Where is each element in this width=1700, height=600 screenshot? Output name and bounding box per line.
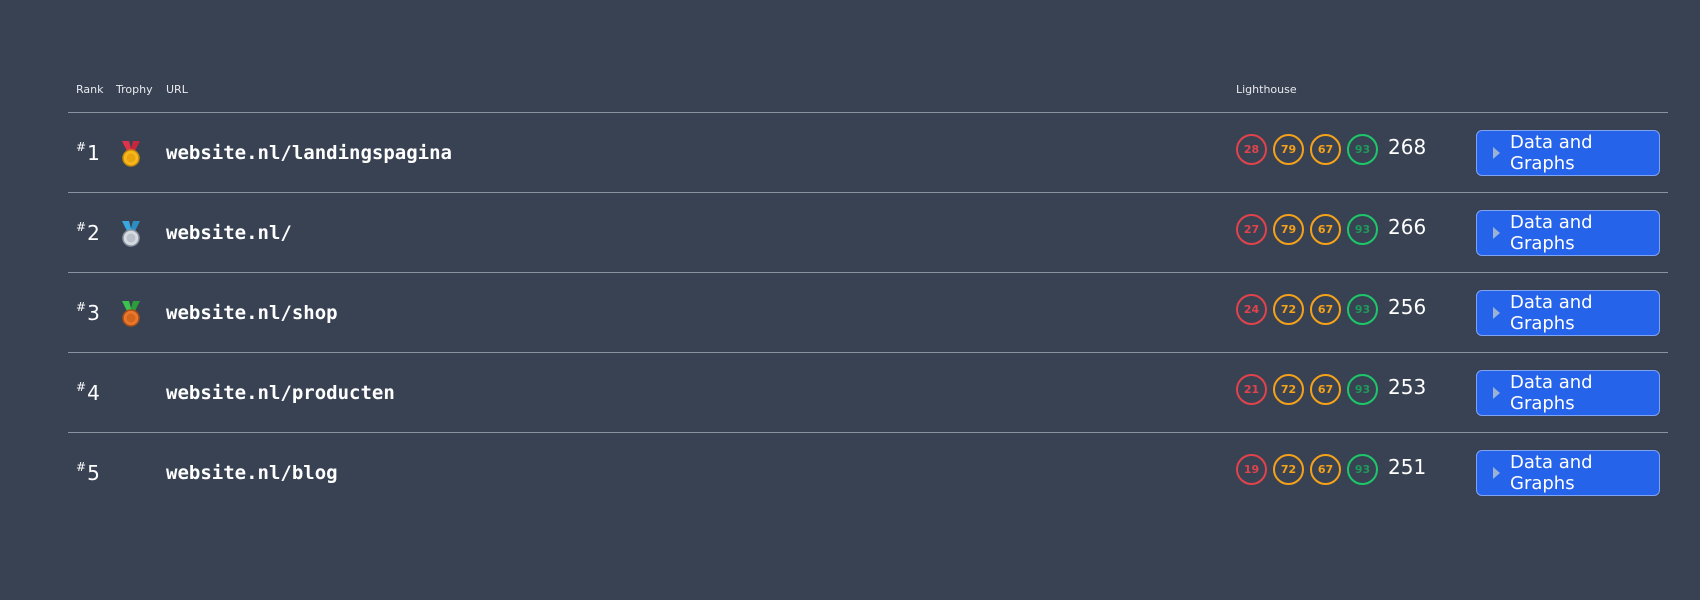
header-rank: Rank xyxy=(76,83,104,96)
data-and-graphs-button[interactable]: Data and Graphs xyxy=(1476,210,1660,256)
silver-medal-icon xyxy=(122,221,140,247)
data-and-graphs-button[interactable]: Data and Graphs xyxy=(1476,290,1660,336)
header-lighthouse: Lighthouse xyxy=(1236,83,1297,96)
seo-score: 93 xyxy=(1347,294,1378,325)
gold-medal-icon xyxy=(122,141,140,167)
accessibility-score: 72 xyxy=(1273,374,1304,405)
total-score: 266 xyxy=(1388,214,1427,239)
best-practices-score: 67 xyxy=(1310,134,1341,165)
rank-label: #5 xyxy=(76,460,100,485)
page-url: website.nl/ xyxy=(166,222,292,244)
ranking-table: Rank Trophy URL Lighthouse #1 website.nl… xyxy=(68,80,1668,512)
page-url: website.nl/producten xyxy=(166,382,395,404)
caret-right-icon xyxy=(1493,387,1500,399)
best-practices-score: 67 xyxy=(1310,214,1341,245)
accessibility-score: 72 xyxy=(1273,294,1304,325)
total-score: 256 xyxy=(1388,294,1427,319)
page-url: website.nl/landingspagina xyxy=(166,142,452,164)
seo-score: 93 xyxy=(1347,134,1378,165)
lighthouse-scores: 28 79 67 93 268 xyxy=(1236,134,1426,165)
accessibility-score: 79 xyxy=(1273,134,1304,165)
caret-right-icon xyxy=(1493,147,1500,159)
rank-label: #4 xyxy=(76,380,100,405)
table-row: #1 website.nl/landingspagina 28 79 67 93… xyxy=(68,113,1668,193)
button-label: Data and Graphs xyxy=(1510,132,1593,174)
performance-score: 24 xyxy=(1236,294,1267,325)
button-label: Data and Graphs xyxy=(1510,212,1593,254)
performance-score: 21 xyxy=(1236,374,1267,405)
performance-score: 27 xyxy=(1236,214,1267,245)
data-and-graphs-button[interactable]: Data and Graphs xyxy=(1476,450,1660,496)
total-score: 251 xyxy=(1388,454,1427,479)
accessibility-score: 72 xyxy=(1273,454,1304,485)
best-practices-score: 67 xyxy=(1310,454,1341,485)
data-and-graphs-button[interactable]: Data and Graphs xyxy=(1476,370,1660,416)
button-label: Data and Graphs xyxy=(1510,372,1593,414)
table-header: Rank Trophy URL Lighthouse xyxy=(68,80,1668,113)
page-url: website.nl/shop xyxy=(166,302,338,324)
table-row: #4 website.nl/producten 21 72 67 93 253 … xyxy=(68,353,1668,433)
caret-right-icon xyxy=(1493,467,1500,479)
button-label: Data and Graphs xyxy=(1510,452,1593,494)
seo-score: 93 xyxy=(1347,374,1378,405)
best-practices-score: 67 xyxy=(1310,294,1341,325)
table-row: #2 website.nl/ 27 79 67 93 266 Data and … xyxy=(68,193,1668,273)
table-row: #5 website.nl/blog 19 72 67 93 251 Data … xyxy=(68,433,1668,512)
rank-label: #3 xyxy=(76,300,100,325)
page-url: website.nl/blog xyxy=(166,462,338,484)
bronze-medal-icon xyxy=(122,301,140,327)
lighthouse-scores: 19 72 67 93 251 xyxy=(1236,454,1426,485)
table-row: #3 website.nl/shop 24 72 67 93 256 Data … xyxy=(68,273,1668,353)
rank-label: #1 xyxy=(76,140,100,165)
performance-score: 19 xyxy=(1236,454,1267,485)
lighthouse-scores: 27 79 67 93 266 xyxy=(1236,214,1426,245)
lighthouse-scores: 21 72 67 93 253 xyxy=(1236,374,1426,405)
caret-right-icon xyxy=(1493,307,1500,319)
lighthouse-scores: 24 72 67 93 256 xyxy=(1236,294,1426,325)
total-score: 253 xyxy=(1388,374,1427,399)
rank-label: #2 xyxy=(76,220,100,245)
performance-score: 28 xyxy=(1236,134,1267,165)
accessibility-score: 79 xyxy=(1273,214,1304,245)
header-trophy: Trophy xyxy=(116,83,153,96)
header-url: URL xyxy=(166,83,188,96)
seo-score: 93 xyxy=(1347,214,1378,245)
data-and-graphs-button[interactable]: Data and Graphs xyxy=(1476,130,1660,176)
caret-right-icon xyxy=(1493,227,1500,239)
total-score: 268 xyxy=(1388,134,1427,159)
best-practices-score: 67 xyxy=(1310,374,1341,405)
button-label: Data and Graphs xyxy=(1510,292,1593,334)
seo-score: 93 xyxy=(1347,454,1378,485)
